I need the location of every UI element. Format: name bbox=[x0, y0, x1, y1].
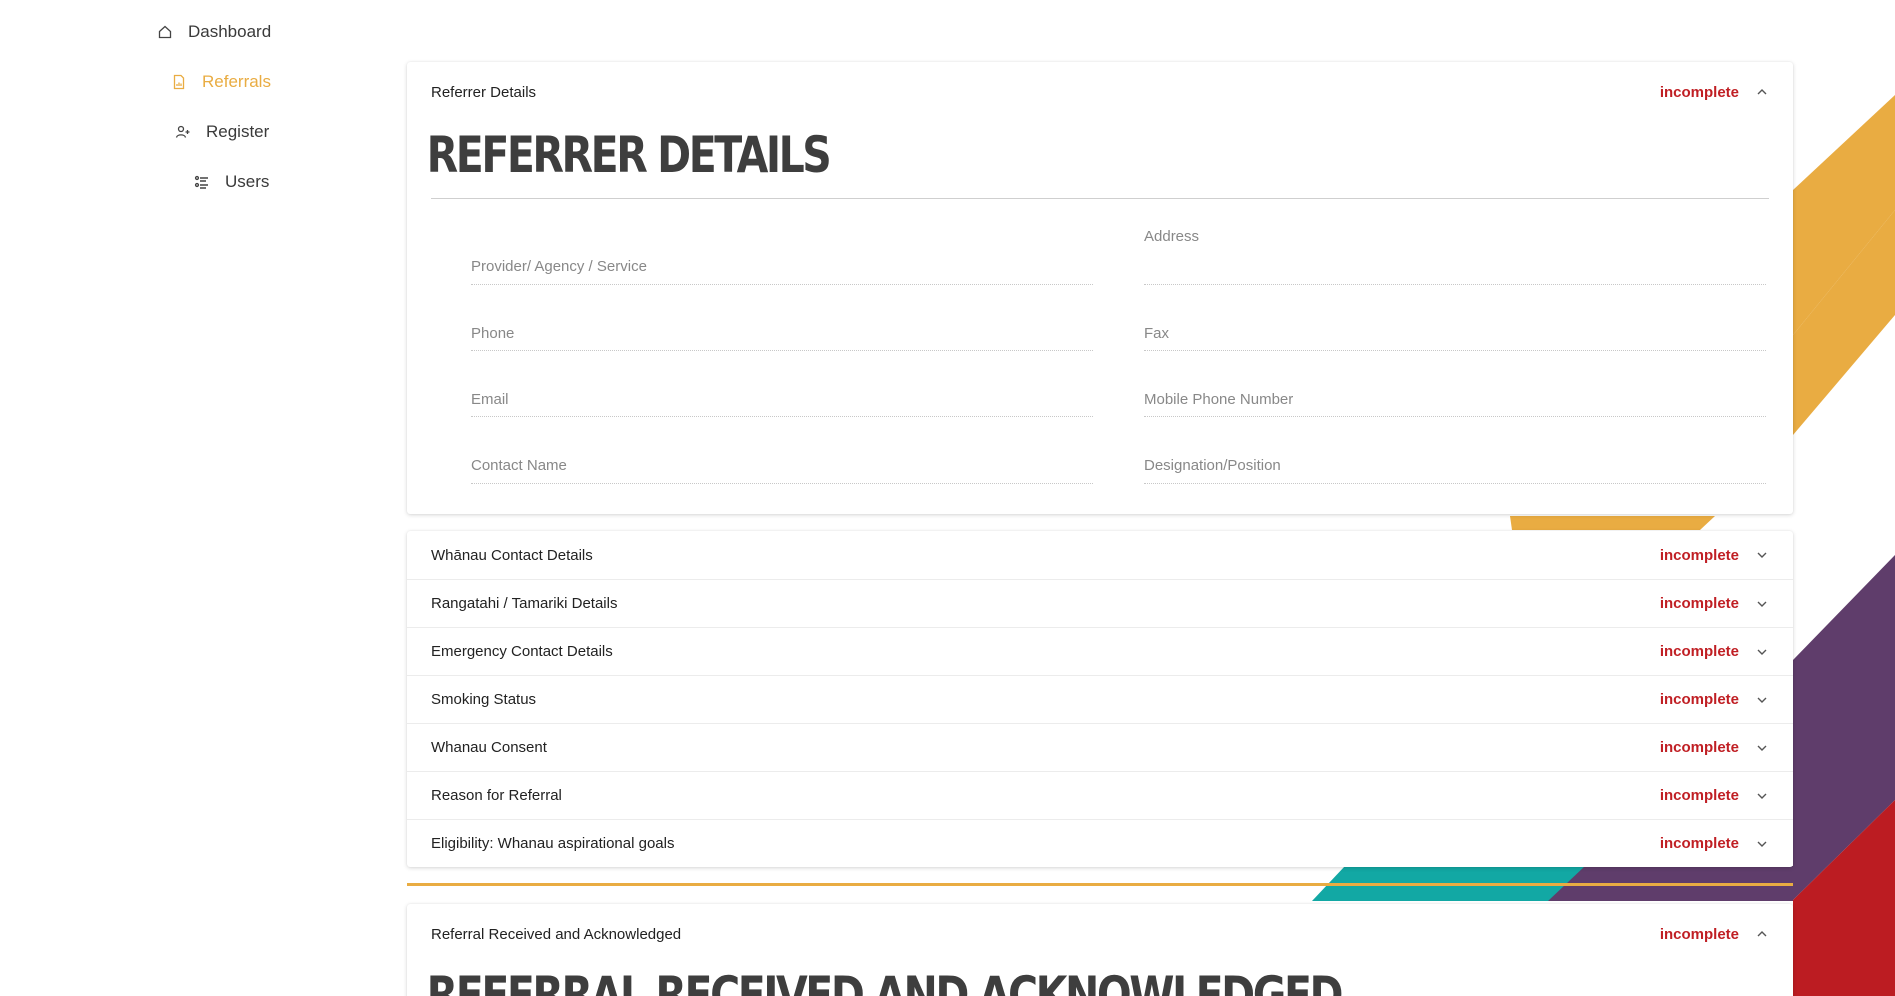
field-label: Email bbox=[471, 391, 509, 408]
sidebar-item-label: Users bbox=[225, 172, 270, 191]
field-label: Designation/Position bbox=[1144, 457, 1281, 474]
status-badge: incomplete bbox=[1659, 925, 1739, 943]
section-divider bbox=[407, 883, 1793, 886]
sidebar-item-label: Register bbox=[206, 122, 270, 141]
referral-acknowledged-header[interactable]: Referral Received and Acknowledged incom… bbox=[407, 904, 1793, 964]
status-badge: incomplete bbox=[1659, 643, 1739, 660]
sidebar-item-register[interactable]: Register bbox=[174, 122, 269, 142]
status-badge: incomplete bbox=[1659, 83, 1739, 101]
field-label: Fax bbox=[1144, 325, 1170, 342]
section-title: Rangatahi / Tamariki Details bbox=[431, 595, 618, 612]
referrer-details-card: Referrer Details incomplete REFERRER DET… bbox=[407, 62, 1793, 514]
chevron-down-icon[interactable] bbox=[1755, 693, 1769, 707]
add-user-icon bbox=[174, 123, 192, 141]
referrer-form: Provider/ Agency / Service Address Phone… bbox=[407, 199, 1793, 517]
sidebar-item-label: Referrals bbox=[202, 72, 271, 91]
section-title: Referrer Details bbox=[431, 83, 537, 101]
page-title: REFERRER DETAILS bbox=[426, 126, 832, 184]
status-badge: incomplete bbox=[1659, 691, 1739, 708]
status-badge: incomplete bbox=[1659, 835, 1739, 852]
status-badge: incomplete bbox=[1659, 595, 1739, 612]
accordion-row-emergency-contact[interactable]: Emergency Contact Details incomplete bbox=[407, 627, 1793, 675]
accordion-row-whanau-contact[interactable]: Whānau Contact Details incomplete bbox=[407, 531, 1793, 579]
section-big-title: REFERRAL RECEIVED AND ACKNOWLEDGED bbox=[426, 966, 1344, 996]
section-title: Eligibility: Whanau aspirational goals bbox=[431, 835, 675, 852]
field-label: Mobile Phone Number bbox=[1144, 391, 1294, 408]
field-underline bbox=[1144, 350, 1766, 351]
status-badge: incomplete bbox=[1659, 739, 1739, 756]
field-underline bbox=[1144, 416, 1766, 417]
field-label: Contact Name bbox=[471, 457, 567, 474]
section-title: Whanau Consent bbox=[431, 739, 547, 756]
section-title: Emergency Contact Details bbox=[431, 643, 613, 660]
field-underline bbox=[471, 483, 1093, 484]
accordion-row-rangatahi[interactable]: Rangatahi / Tamariki Details incomplete bbox=[407, 579, 1793, 627]
chevron-up-icon[interactable] bbox=[1755, 927, 1769, 941]
sidebar-item-users[interactable]: Users bbox=[193, 172, 269, 192]
users-list-icon bbox=[193, 173, 211, 191]
chevron-down-icon[interactable] bbox=[1755, 548, 1769, 562]
field-label: Provider/ Agency / Service bbox=[471, 258, 647, 275]
chevron-down-icon[interactable] bbox=[1755, 741, 1769, 755]
chevron-down-icon[interactable] bbox=[1755, 597, 1769, 611]
field-label: Address bbox=[1144, 228, 1200, 245]
section-title: Whānau Contact Details bbox=[431, 546, 593, 564]
referral-sections-accordion: Whānau Contact Details incomplete Rangat… bbox=[407, 531, 1793, 867]
chevron-down-icon[interactable] bbox=[1755, 789, 1769, 803]
accordion-row-eligibility[interactable]: Eligibility: Whanau aspirational goals i… bbox=[407, 819, 1793, 867]
status-badge: incomplete bbox=[1659, 787, 1739, 804]
accordion-row-smoking-status[interactable]: Smoking Status incomplete bbox=[407, 675, 1793, 723]
chevron-down-icon[interactable] bbox=[1755, 837, 1769, 851]
sidebar-item-dashboard[interactable]: Dashboard bbox=[156, 22, 271, 42]
sidebar-item-label: Dashboard bbox=[188, 22, 272, 41]
field-label: Phone bbox=[471, 325, 515, 342]
field-underline bbox=[471, 416, 1093, 417]
section-title: Reason for Referral bbox=[431, 787, 562, 804]
accordion-row-whanau-consent[interactable]: Whanau Consent incomplete bbox=[407, 723, 1793, 771]
sidebar-item-referrals[interactable]: Referrals bbox=[170, 72, 271, 92]
field-underline bbox=[471, 284, 1093, 285]
status-badge: incomplete bbox=[1659, 546, 1739, 564]
section-title: Referral Received and Acknowledged bbox=[431, 925, 682, 943]
field-underline bbox=[1144, 483, 1766, 484]
section-title: Smoking Status bbox=[431, 691, 537, 708]
chevron-down-icon[interactable] bbox=[1755, 645, 1769, 659]
field-underline bbox=[1144, 284, 1766, 285]
document-icon bbox=[170, 73, 188, 91]
referral-acknowledged-card: Referral Received and Acknowledged incom… bbox=[407, 904, 1793, 996]
accordion-row-reason-for-referral[interactable]: Reason for Referral incomplete bbox=[407, 771, 1793, 819]
field-underline bbox=[471, 350, 1093, 351]
chevron-up-icon[interactable] bbox=[1755, 85, 1769, 99]
referrer-details-header[interactable]: Referrer Details incomplete bbox=[407, 62, 1793, 122]
home-icon bbox=[156, 23, 174, 41]
